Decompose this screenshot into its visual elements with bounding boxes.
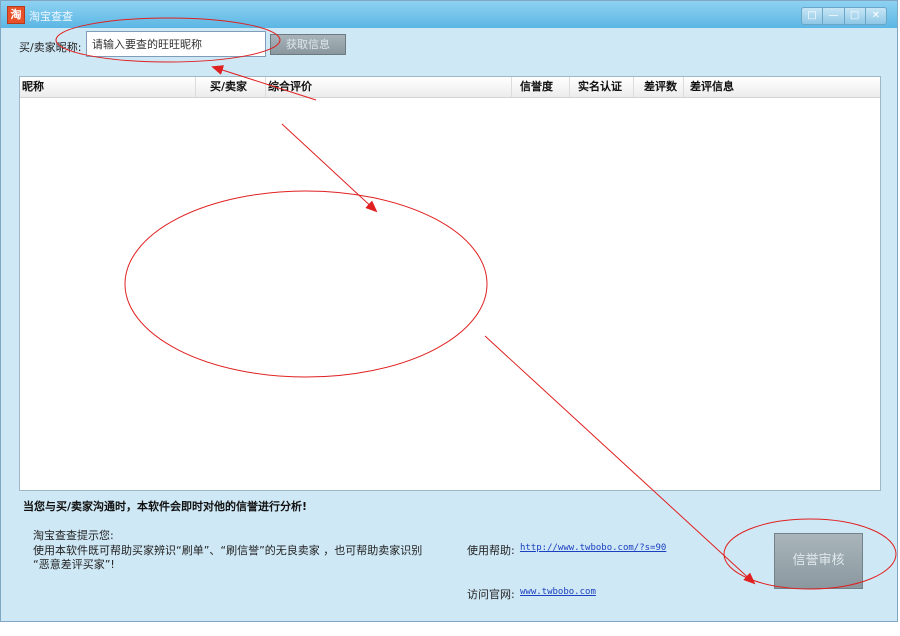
help-label: 使用帮助: [467,544,515,557]
tips-line: “恶意差评买家”! [33,558,115,571]
results-table[interactable]: 昵称 买/卖家 综合评价 信誉度 实名认证 差评数 差评信息 [19,76,881,491]
close-button[interactable]: ✕ [866,8,886,24]
column-header-negative-info[interactable]: 差评信息 [688,77,880,97]
column-header-overall-rating[interactable]: 综合评价 [266,77,512,97]
skin-button[interactable]: □ [802,8,824,24]
nickname-label: 买/卖家昵称: [19,41,82,54]
column-header-credit[interactable]: 信誉度 [518,77,570,97]
notice-text: 当您与买/卖家沟通时，本软件会即时对他的信誉进行分析! [23,500,308,513]
window-controls: □ — □ ✕ [801,7,887,25]
column-header-real-name[interactable]: 实名认证 [576,77,634,97]
column-header-buyer-seller[interactable]: 买/卖家 [208,77,266,97]
help-link[interactable]: http://www.twbobo.com/?s=90 [520,543,666,553]
window-title: 淘宝查查 [29,10,73,23]
taobao-app-icon: 淘 [7,6,25,24]
column-header-nickname[interactable]: 昵称 [20,77,196,97]
tips-title: 淘宝查查提示您: [33,529,114,542]
site-label: 访问官网: [467,588,515,601]
nickname-input[interactable] [86,31,266,57]
title-bar[interactable]: 淘 淘宝查查 □ — □ ✕ [1,1,897,28]
maximize-button[interactable]: □ [845,8,866,24]
minimize-button[interactable]: — [823,8,845,24]
table-header: 昵称 买/卖家 综合评价 信誉度 实名认证 差评数 差评信息 [20,77,880,98]
fetch-info-button[interactable]: 获取信息 [270,34,346,55]
column-header-negative-count[interactable]: 差评数 [642,77,684,97]
site-link[interactable]: www.twbobo.com [520,587,596,597]
credit-audit-button[interactable]: 信誉审核 [774,533,863,589]
app-window: 淘 淘宝查查 □ — □ ✕ 买/卖家昵称: 获取信息 昵称 买/卖家 综合评价… [0,0,898,622]
